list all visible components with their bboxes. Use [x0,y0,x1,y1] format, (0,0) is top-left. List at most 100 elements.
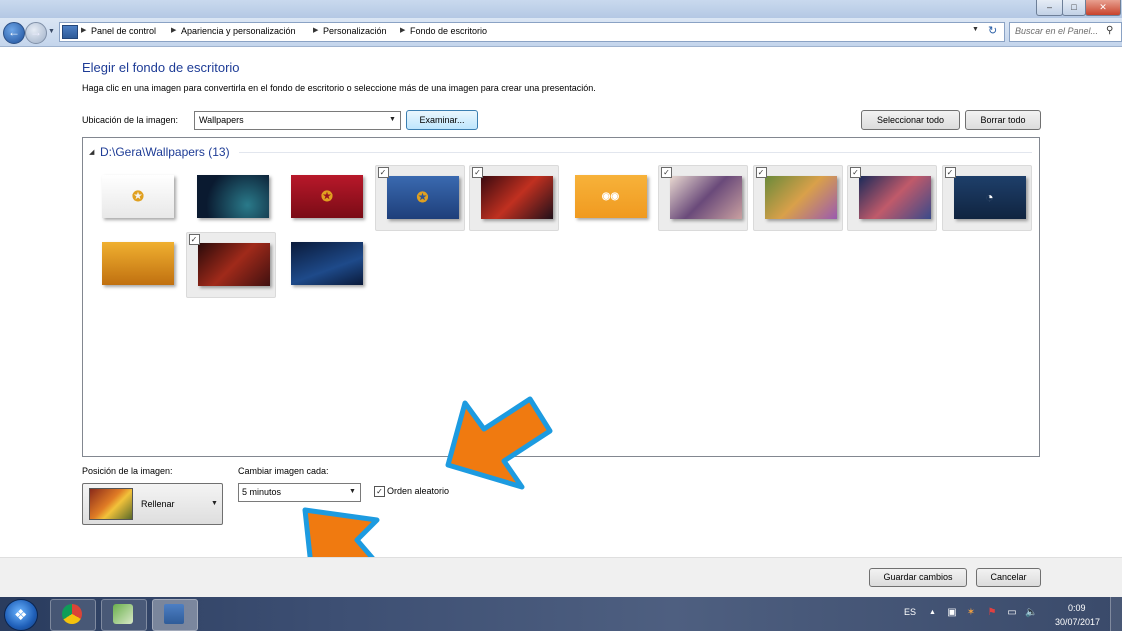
clock-date[interactable]: 30/07/2017 [1055,617,1100,627]
wallpaper-image: ✪ [386,176,459,219]
language-indicator[interactable]: ES [904,607,916,617]
chevron-right-icon: ▶ [81,27,87,34]
volume-icon[interactable]: 🔈 [1025,607,1037,619]
wallpaper-thumbnail[interactable]: ✪ [280,165,368,229]
wallpaper-image [764,176,837,219]
breadcrumb-desktop-background[interactable]: Fondo de escritorio [410,26,487,36]
wallpaper-checkbox[interactable]: ✓ [850,167,861,178]
save-changes-button[interactable]: Guardar cambios [869,568,967,587]
control-panel-icon [164,604,184,624]
image-location-value: Wallpapers [199,115,244,125]
forward-button[interactable]: → [25,22,47,44]
display-icon[interactable]: ▭ [1006,607,1018,619]
chevron-down-icon: ▼ [211,500,218,507]
wallpaper-thumbnail[interactable]: ✪ [91,165,179,229]
wallpaper-image [670,176,742,219]
group-divider [239,152,1032,153]
image-position-select[interactable]: Rellenar ▼ [82,483,223,525]
logo-badge-icon: ✪ [321,188,333,204]
chevron-down-icon: ▼ [389,116,396,123]
taskbar-chrome[interactable] [50,599,96,631]
taskbar-control-panel[interactable] [152,599,198,631]
logo-badge-icon: ✪ [132,188,144,204]
forward-arrow-icon: → [30,25,42,39]
wallpaper-thumbnail[interactable]: ✓ [752,165,843,231]
chevron-right-icon: ▶ [171,27,177,34]
wallpaper-image [481,176,553,219]
chrome-icon [62,604,82,624]
select-all-button[interactable]: Seleccionar todo [861,110,960,130]
show-desktop-button[interactable] [1110,597,1122,631]
wallpaper-checkbox[interactable]: ✓ [944,167,956,178]
chevron-right-icon: ▶ [400,27,406,34]
chevron-down-icon[interactable]: ▼ [972,26,979,33]
wallpaper-thumbnail[interactable]: ✪ ✓ [374,165,465,231]
taskbar-app[interactable] [101,599,147,631]
wallpaper-image: ◉◉ [574,175,647,218]
search-input[interactable]: Buscar en el Panel... [1015,26,1098,36]
chevron-down-icon: ▼ [349,488,356,495]
back-button[interactable]: ← [3,22,25,44]
title-bar: – □ ✕ [0,0,1122,18]
wallpaper-thumbnail[interactable]: ◉◉ [564,165,652,229]
search-box[interactable]: Buscar en el Panel... ⚲ [1009,22,1122,42]
back-arrow-icon: ← [8,25,20,39]
control-panel-icon [62,25,78,39]
wallpaper-image [102,242,174,285]
cancel-button[interactable]: Cancelar [976,568,1041,587]
change-interval-select[interactable]: 5 minutos ▼ [238,483,361,502]
ring-icon: ◔ [985,189,994,205]
group-title[interactable]: D:\Gera\Wallpapers (13) [100,145,230,159]
change-interval-label: Cambiar imagen cada: [238,466,329,476]
wallpaper-thumbnail[interactable]: ✓ [469,165,559,231]
wallpaper-checkbox[interactable]: ✓ [472,167,483,178]
recent-pages-dropdown[interactable]: ▼ [48,28,55,35]
wallpaper-gallery[interactable]: ◢ D:\Gera\Wallpapers (13) ✪ ✪ ✪ ✓ ✓ ◉◉ ✓ ✓ ✓ ◔ ✓ ✓ [82,137,1040,457]
page-description: Haga clic en una imagen para convertirla… [82,83,596,93]
breadcrumb-appearance[interactable]: Apariencia y personalización [181,26,296,36]
action-center-flag-icon[interactable]: ⚑ [986,607,998,619]
shuffle-checkbox[interactable]: ✓ [374,486,385,497]
wallpaper-thumbnail[interactable] [280,232,368,296]
search-icon[interactable]: ⚲ [1106,25,1113,36]
browse-button[interactable]: Examinar... [406,110,478,130]
wallpaper-checkbox[interactable]: ✓ [661,167,672,178]
breadcrumb-personalization[interactable]: Personalización [323,26,387,36]
wallpaper-thumbnail[interactable]: ◔ ✓ [941,165,1032,231]
wallpaper-thumbnail[interactable]: ✓ [847,165,937,231]
annotation-arrow-icon [445,396,553,490]
wallpaper-image: ◔ [953,176,1026,219]
close-button[interactable]: ✕ [1085,0,1121,16]
wallpaper-image [197,243,270,286]
wallpaper-thumbnail[interactable] [91,232,179,296]
wallpaper-thumbnail[interactable] [186,165,274,229]
start-button[interactable]: ❖ [4,599,38,631]
maximize-button[interactable]: □ [1062,0,1086,16]
tray-app-icon[interactable]: ✶ [965,607,977,619]
logo-badge-icon: ✪ [416,189,429,205]
address-bar[interactable]: ▶ Panel de control ▶ Apariencia y person… [59,22,1005,42]
image-location-label: Ubicación de la imagen: [82,115,179,125]
collapse-group-icon[interactable]: ◢ [89,148,94,156]
refresh-icon[interactable]: ↻ [988,24,997,37]
wallpaper-image [859,176,931,219]
image-location-select[interactable]: Wallpapers ▼ [194,111,401,130]
wallpaper-checkbox[interactable]: ✓ [377,167,389,178]
clock-time[interactable]: 0:09 [1068,603,1086,613]
app-icon [113,604,133,624]
breadcrumb-control-panel[interactable]: Panel de control [91,26,156,36]
clear-all-button[interactable]: Borrar todo [965,110,1041,130]
network-icon[interactable]: ▣ [946,607,958,619]
image-position-value: Rellenar [141,499,175,509]
wallpaper-checkbox[interactable]: ✓ [188,234,200,245]
page-title: Elegir el fondo de escritorio [82,60,240,75]
wallpaper-image [196,175,269,218]
windows-logo-icon: ❖ [14,607,28,624]
wallpaper-thumbnail[interactable]: ✓ [185,232,276,298]
chevron-right-icon: ▶ [313,27,319,34]
face-icon: ◉◉ [601,191,620,202]
minimize-button[interactable]: – [1036,0,1063,16]
show-hidden-icons[interactable]: ▲ [929,609,936,616]
wallpaper-checkbox[interactable]: ✓ [755,167,767,178]
wallpaper-thumbnail[interactable]: ✓ [658,165,748,231]
